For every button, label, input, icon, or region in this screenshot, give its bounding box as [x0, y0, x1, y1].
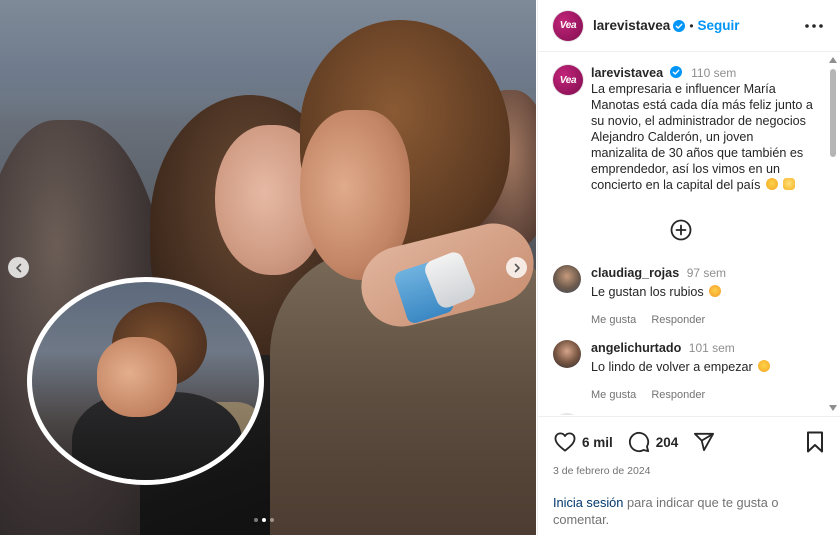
login-link[interactable]: Inicia sesión [553, 495, 623, 510]
comment-item: claudiag_rojas 97 sem Le gustan los rubi… [553, 265, 823, 328]
caption-text: La empresaria e influencer María Manotas… [591, 82, 813, 192]
send-icon [694, 432, 715, 452]
carousel-next-button[interactable] [506, 257, 527, 278]
comment-username[interactable]: angelichurtado [591, 341, 681, 355]
more-options-button[interactable] [802, 14, 826, 38]
comment-item [553, 413, 823, 415]
post-actions: 6 mil 204 3 de febrero de 2024 [538, 416, 840, 477]
heart-eyes-emoji-icon [758, 360, 771, 372]
share-button[interactable] [692, 430, 716, 454]
carousel-dot [254, 518, 258, 522]
comment-item: angelichurtado 101 sem Lo lindo de volve… [553, 340, 823, 403]
comment-avatar[interactable] [553, 340, 581, 368]
more-options-icon [805, 23, 823, 28]
plus-circle-icon[interactable] [669, 218, 693, 242]
follow-button[interactable]: Seguir [698, 18, 740, 33]
post-sidebar: Vea larevistavea • Seguir Vea larevistav… [537, 0, 840, 535]
save-button[interactable] [803, 430, 827, 454]
comments-section[interactable]: Vea larevistavea 110 sem La empresaria e… [538, 53, 840, 415]
comment-time[interactable]: 101 sem [689, 341, 735, 355]
likes-count[interactable]: 6 mil [582, 435, 613, 450]
caption: Vea larevistavea 110 sem La empresaria e… [538, 53, 840, 193]
chevron-left-icon [15, 263, 21, 272]
like-button[interactable] [553, 430, 577, 454]
comment-reply-button[interactable]: Responder [651, 314, 705, 326]
heart-eyes-emoji-icon [765, 178, 778, 190]
carousel-dot [270, 518, 274, 522]
scroll-up-arrow-icon[interactable] [829, 57, 837, 63]
heart-hands-emoji-icon [783, 178, 796, 190]
comment-like-button[interactable]: Me gusta [591, 389, 636, 401]
caption-username[interactable]: larevistavea [591, 66, 663, 80]
header-separator: • [689, 18, 694, 33]
account-username[interactable]: larevistavea [593, 18, 670, 33]
comment-text: Lo lindo de volver a empezar [591, 360, 753, 374]
chevron-right-icon [514, 263, 520, 272]
smiling-hearts-emoji-icon [709, 285, 722, 297]
account-avatar[interactable]: Vea [553, 10, 583, 41]
carousel-dot [262, 518, 266, 522]
comment-reply-button[interactable]: Responder [651, 389, 705, 401]
inset-photo [27, 277, 264, 485]
comment-text: Le gustan los rubios [591, 285, 704, 299]
caption-time[interactable]: 110 sem [691, 66, 736, 80]
verified-badge-icon [669, 66, 682, 78]
comment-username[interactable]: claudiag_rojas [591, 266, 679, 280]
scroll-thumb[interactable] [830, 69, 836, 157]
verified-badge-icon [673, 19, 686, 32]
caption-avatar[interactable]: Vea [553, 65, 583, 95]
carousel-dots [254, 518, 274, 522]
scroll-down-arrow-icon[interactable] [829, 405, 837, 411]
post-header: Vea larevistavea • Seguir [538, 0, 840, 52]
comments-count[interactable]: 204 [656, 435, 679, 450]
login-prompt: Inicia sesión para indicar que te gusta … [553, 494, 823, 528]
comment-button[interactable] [627, 430, 651, 454]
inset-face [97, 337, 177, 417]
comment-like-button[interactable]: Me gusta [591, 314, 636, 326]
comment-icon [628, 431, 649, 453]
post-date[interactable]: 3 de febrero de 2024 [553, 465, 827, 477]
heart-icon [554, 432, 576, 452]
comments-scrollbar[interactable] [826, 53, 840, 415]
comment-avatar[interactable] [553, 265, 581, 293]
comment-time[interactable]: 97 sem [687, 266, 726, 280]
post-media[interactable] [0, 0, 536, 535]
comment-avatar[interactable] [553, 413, 581, 415]
carousel-prev-button[interactable] [8, 257, 29, 278]
bookmark-icon [807, 431, 823, 453]
